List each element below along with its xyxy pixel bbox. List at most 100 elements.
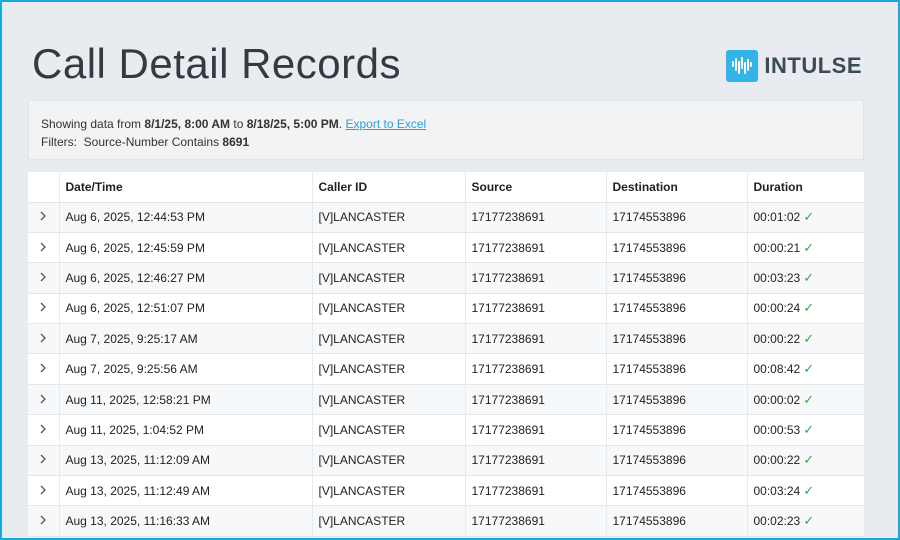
filters-line: Filters: Source-Number Contains 8691	[41, 133, 851, 151]
cell-datetime: Aug 13, 2025, 11:16:33 AM	[58, 505, 312, 537]
date-range-line: Showing data from 8/1/25, 8:00 AM to 8/1…	[41, 115, 851, 133]
cell-source: 17177238691	[464, 202, 606, 233]
check-icon: ✓	[803, 239, 815, 255]
cell-datetime: Aug 6, 2025, 12:45:59 PM	[58, 232, 312, 264]
cell-duration: 00:00:21 ✓	[746, 232, 864, 264]
column-header-duration[interactable]: Duration	[746, 172, 864, 203]
cell-destination: 17174553896	[605, 202, 747, 233]
cell-caller-id: [V]LANCASTER	[311, 414, 465, 446]
column-header-source[interactable]: Source	[464, 172, 606, 203]
cell-source: 17177238691	[464, 445, 606, 477]
expand-row-button[interactable]	[28, 475, 59, 507]
cell-caller-id: [V]LANCASTER	[311, 475, 465, 507]
cell-datetime: Aug 7, 2025, 9:25:56 AM	[58, 353, 312, 385]
cell-destination: 17174553896	[605, 293, 747, 325]
query-summary: Showing data from 8/1/25, 8:00 AM to 8/1…	[28, 100, 864, 160]
cell-duration: 00:00:22 ✓	[746, 323, 864, 355]
waveform-logo-icon	[726, 50, 759, 82]
cell-source: 17177238691	[464, 262, 606, 294]
duration-value: 00:01:02	[753, 210, 801, 225]
duration-value: 00:00:22	[753, 453, 801, 468]
table-row[interactable]: Aug 6, 2025, 12:46:27 PM [V]LANCASTER 1717…	[28, 262, 864, 294]
cell-source: 17177238691	[464, 232, 606, 264]
duration-value: 00:08:42	[753, 362, 801, 377]
cell-caller-id: [V]LANCASTER	[311, 323, 465, 355]
table-row[interactable]: Aug 7, 2025, 9:25:17 AM [V]LANCASTER 17177…	[28, 323, 864, 355]
cell-destination: 17174553896	[605, 445, 747, 477]
expand-row-button[interactable]	[28, 353, 59, 385]
table-row[interactable]: Aug 6, 2025, 12:44:53 PM [V]LANCASTER 1717…	[28, 202, 864, 233]
expand-row-button[interactable]	[28, 445, 59, 477]
cell-duration: 00:01:02 ✓	[746, 202, 864, 233]
expand-row-button[interactable]	[28, 293, 59, 325]
cell-source: 17177238691	[464, 505, 606, 537]
check-icon: ✓	[803, 391, 815, 407]
filter-value: 8691	[222, 135, 250, 149]
cell-datetime: Aug 13, 2025, 11:12:49 AM	[58, 475, 312, 507]
expand-row-button[interactable]	[28, 232, 59, 264]
cell-source: 17177238691	[464, 414, 606, 446]
cell-destination: 17174553896	[605, 323, 747, 355]
expand-row-button[interactable]	[28, 505, 59, 537]
chevron-right-icon	[40, 242, 47, 252]
call-records-table: Date/Time Caller ID Source Destination D…	[28, 172, 864, 537]
cell-duration: 00:03:24 ✓	[746, 475, 864, 507]
cell-duration: 00:00:53 ✓	[746, 414, 864, 446]
range-prefix: Showing data from	[41, 117, 142, 131]
column-header-datetime[interactable]: Date/Time	[58, 172, 312, 203]
range-end: 8/18/25, 5:00 PM	[246, 117, 339, 131]
cell-caller-id: [V]LANCASTER	[311, 232, 465, 264]
table-row[interactable]: Aug 7, 2025, 9:25:56 AM [V]LANCASTER 17177…	[28, 353, 864, 385]
cell-datetime: Aug 11, 2025, 12:58:21 PM	[58, 384, 312, 416]
duration-value: 00:00:24	[753, 301, 801, 316]
cell-datetime: Aug 11, 2025, 1:04:52 PM	[58, 414, 312, 446]
table-row[interactable]: Aug 13, 2025, 11:12:49 AM [V]LANCASTER 171…	[28, 475, 864, 507]
column-header-destination[interactable]: Destination	[605, 172, 747, 203]
table-row[interactable]: Aug 6, 2025, 12:51:07 PM [V]LANCASTER 1717…	[28, 293, 864, 325]
expand-row-button[interactable]	[28, 384, 59, 416]
cell-datetime: Aug 6, 2025, 12:46:27 PM	[58, 262, 312, 294]
cell-datetime: Aug 13, 2025, 11:12:09 AM	[58, 445, 312, 477]
range-to: to	[233, 117, 244, 131]
check-icon: ✓	[803, 300, 815, 316]
table-row[interactable]: Aug 13, 2025, 11:16:33 AM [V]LANCASTER 171…	[28, 505, 864, 537]
table-row[interactable]: Aug 11, 2025, 12:58:21 PM [V]LANCASTER 171…	[28, 384, 864, 416]
brand-name: INTULSE	[764, 53, 862, 78]
duration-value: 00:00:02	[753, 392, 801, 407]
chevron-right-icon	[40, 485, 47, 495]
cell-duration: 00:03:23 ✓	[746, 262, 864, 294]
cell-source: 17177238691	[464, 475, 606, 507]
expand-row-button[interactable]	[28, 202, 59, 233]
column-header-caller-id[interactable]: Caller ID	[311, 172, 465, 203]
filters-label: Filters:	[41, 135, 77, 149]
check-icon: ✓	[803, 330, 815, 346]
expand-row-button[interactable]	[28, 414, 59, 446]
expand-row-button[interactable]	[28, 262, 59, 294]
chevron-right-icon	[40, 302, 47, 312]
table-header-row: Date/Time Caller ID Source Destination D…	[28, 172, 864, 203]
cell-destination: 17174553896	[605, 262, 747, 294]
app-frame: Call Detail Records INTULSE Showing data…	[0, 0, 900, 540]
export-to-excel-link[interactable]: Export to Excel	[345, 117, 426, 131]
cell-destination: 17174553896	[605, 384, 747, 416]
expand-row-button[interactable]	[28, 323, 59, 355]
chevron-right-icon	[40, 424, 47, 434]
range-start: 8/1/25, 8:00 AM	[144, 117, 231, 131]
cell-duration: 00:00:02 ✓	[746, 384, 864, 416]
check-icon: ✓	[803, 269, 815, 285]
duration-value: 00:00:53	[753, 422, 801, 437]
filter-text: Source-Number Contains	[83, 135, 220, 149]
chevron-right-icon	[40, 333, 47, 343]
table-row[interactable]: Aug 6, 2025, 12:45:59 PM [V]LANCASTER 1717…	[28, 232, 864, 264]
check-icon: ✓	[803, 361, 815, 377]
duration-value: 00:03:24	[753, 483, 801, 498]
cell-source: 17177238691	[464, 323, 606, 355]
table-row[interactable]: Aug 11, 2025, 1:04:52 PM [V]LANCASTER 1717…	[28, 414, 864, 446]
check-icon: ✓	[803, 513, 815, 529]
duration-value: 00:00:22	[753, 331, 801, 346]
duration-value: 00:02:23	[753, 514, 801, 529]
cell-destination: 17174553896	[605, 414, 747, 446]
duration-value: 00:00:21	[753, 240, 801, 255]
chevron-right-icon	[40, 394, 47, 403]
table-row[interactable]: Aug 13, 2025, 11:12:09 AM [V]LANCASTER 171…	[28, 445, 864, 477]
